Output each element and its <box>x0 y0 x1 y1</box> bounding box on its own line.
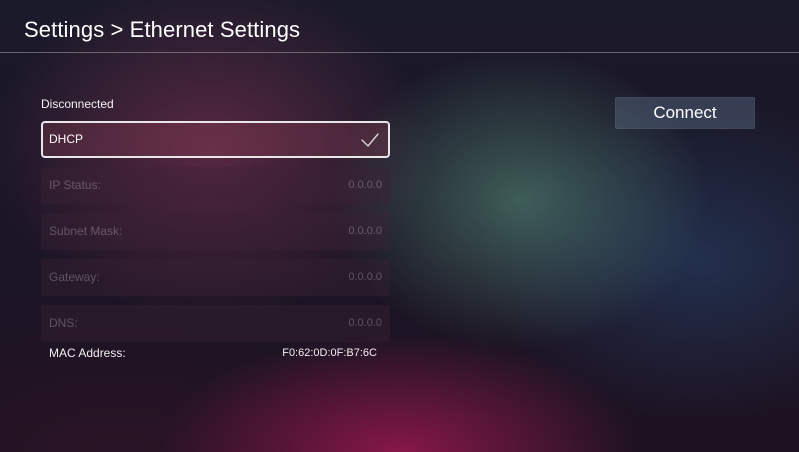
mac-address-label: MAC Address: <box>49 346 126 360</box>
dhcp-option[interactable]: DHCP <box>41 121 390 158</box>
connect-button[interactable]: Connect <box>615 97 755 129</box>
checkmark-icon <box>361 133 379 147</box>
ip-status-field[interactable]: IP Status: 0.0.0.0 <box>41 167 390 204</box>
subnet-mask-label: Subnet Mask: <box>49 224 123 238</box>
dns-label: DNS: <box>49 316 78 330</box>
gateway-field[interactable]: Gateway: 0.0.0.0 <box>41 259 390 296</box>
subnet-mask-field[interactable]: Subnet Mask: 0.0.0.0 <box>41 213 390 250</box>
dns-value: 0.0.0.0 <box>348 317 382 329</box>
mac-address-row: MAC Address: F0:62:0D:0F:B7:6C <box>41 346 390 362</box>
header-bar: Settings > Ethernet Settings <box>0 0 799 53</box>
dns-field[interactable]: DNS: 0.0.0.0 <box>41 305 390 342</box>
connection-status-label: Disconnected <box>41 97 114 111</box>
dhcp-option-label: DHCP <box>49 132 84 146</box>
gateway-value: 0.0.0.0 <box>348 271 382 283</box>
page-title: Settings > Ethernet Settings <box>24 17 301 42</box>
ip-status-value: 0.0.0.0 <box>348 179 382 191</box>
gateway-label: Gateway: <box>49 270 100 284</box>
subnet-mask-value: 0.0.0.0 <box>348 225 382 237</box>
ip-status-label: IP Status: <box>49 178 101 192</box>
mac-address-value: F0:62:0D:0F:B7:6C <box>282 347 377 359</box>
